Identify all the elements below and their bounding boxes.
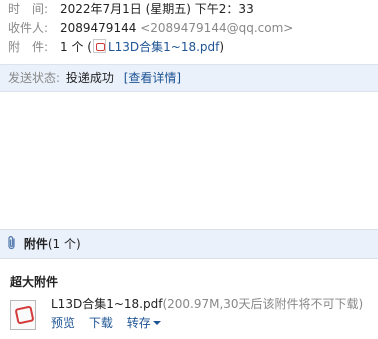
attachments-title: 附件 [23, 237, 48, 251]
paperclip-icon [8, 236, 15, 250]
recipient-name[interactable]: 2089479144 [60, 21, 136, 35]
attachment-label: 附 件: [8, 40, 49, 54]
status-label: 发送状态: [8, 71, 61, 85]
save-to-link[interactable]: 转存 [127, 316, 161, 330]
download-link[interactable]: 下载 [89, 316, 113, 330]
time-label: 时 间: [8, 2, 49, 16]
chevron-down-icon [152, 321, 161, 325]
view-details-link[interactable]: [查看详情] [124, 71, 181, 85]
time-value: 2022年7月1日 (星期五) 下午2：33 [60, 2, 254, 16]
large-attachment-title: 超大附件 [10, 275, 59, 289]
attachment-file-link[interactable]: L13D合集1~18.pdf [108, 40, 219, 54]
pdf-file-icon[interactable] [10, 300, 36, 330]
attachment-actions: 预览 下载 转存 [51, 316, 171, 330]
save-to-label: 转存 [126, 316, 151, 330]
attachment-row: 附 件: 1 个 ( L13D合集1~18.pdf) [8, 38, 224, 56]
attachment-file-meta: (200.97M,30天后该附件将不可下载) [162, 297, 364, 311]
pdf-file-icon [92, 39, 106, 53]
attachments-count: (1 个) [47, 237, 81, 251]
attachments-header: 附件(1 个) [0, 229, 378, 259]
attachment-close-paren: ) [219, 40, 225, 54]
recipient-label: 收件人: [8, 21, 49, 35]
time-row: 时 间: 2022年7月1日 (星期五) 下午2：33 [8, 0, 254, 18]
recipient-row: 收件人: 2089479144 <2089479144@qq.com> [8, 19, 293, 37]
attachment-count: 1 个 ( [60, 40, 92, 54]
attachment-file-info: L13D合集1~18.pdf(200.97M,30天后该附件将不可下载) [51, 297, 363, 311]
recipient-email: <2089479144@qq.com> [140, 21, 294, 35]
status-value: 投递成功 [65, 71, 114, 85]
preview-link[interactable]: 预览 [51, 316, 75, 330]
delivery-status-bar: 发送状态: 投递成功 [查看详情] [0, 64, 378, 92]
attachment-file-name[interactable]: L13D合集1~18.pdf [51, 297, 162, 311]
